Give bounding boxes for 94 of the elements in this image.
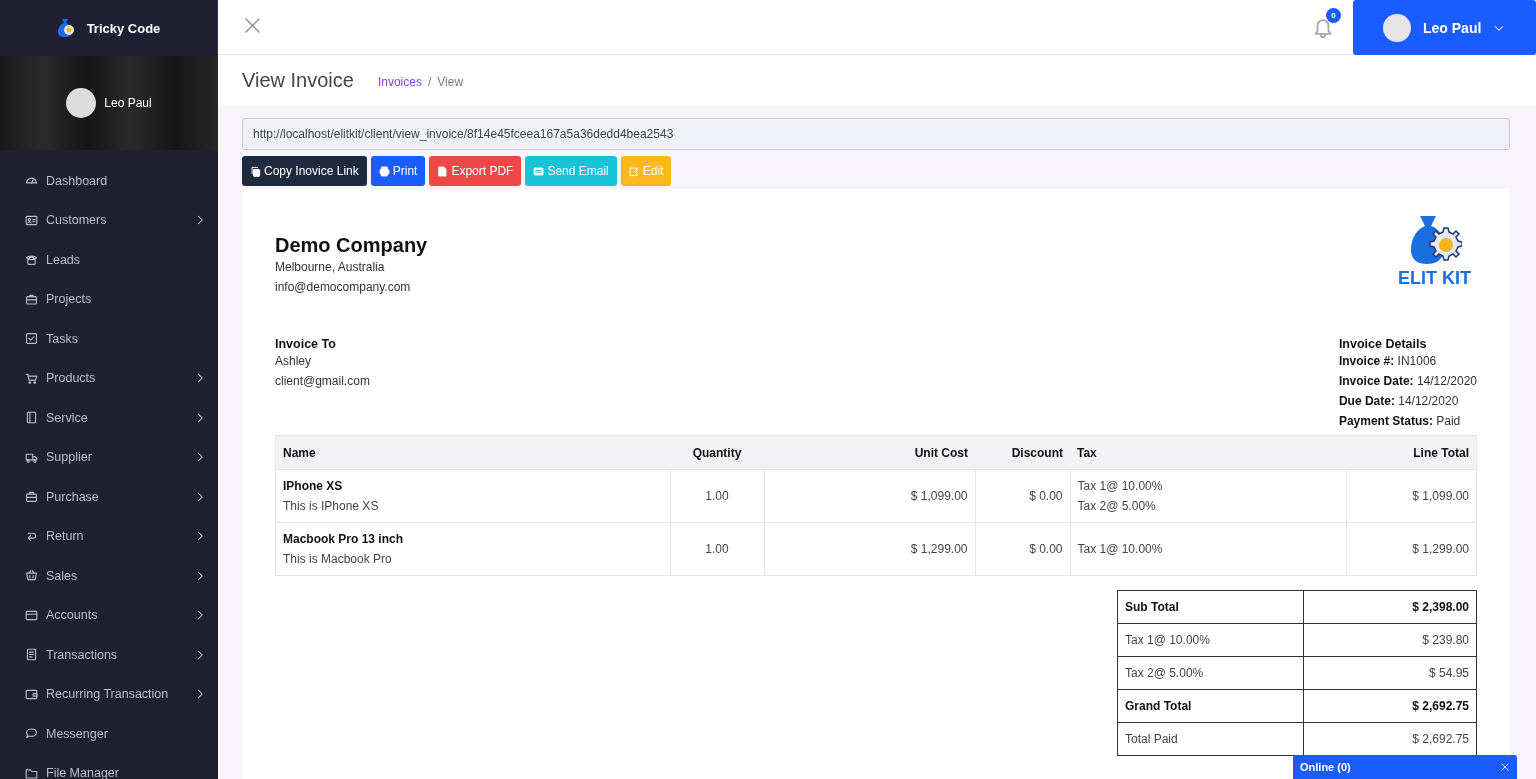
sidebar-menu-item[interactable]: Sales <box>0 556 218 596</box>
tax-line: Tax 1@ 10.00% <box>1077 541 1164 558</box>
column-header: Line Total <box>1346 435 1477 470</box>
book-icon <box>25 411 38 425</box>
total-label: Sub Total <box>1117 590 1304 624</box>
client-name: Ashley <box>275 353 313 370</box>
total-value: $ 2,398.00 <box>1303 590 1477 624</box>
sidebar-menu-item[interactable]: Service <box>0 398 218 438</box>
avatar-icon <box>1383 13 1411 42</box>
cart-icon <box>25 371 38 385</box>
total-label: Total Paid <box>1117 722 1304 756</box>
folder-icon <box>25 766 38 779</box>
item-description: This is Macbook Pro <box>283 551 393 568</box>
table-cell: 1.00 <box>670 469 764 523</box>
invoice-detail: Due Date: 14/12/2020 <box>1338 393 1460 410</box>
print-button[interactable]: Print <box>370 156 426 186</box>
company-address: Melbourne, Australia <box>275 259 386 276</box>
bell-icon <box>1312 16 1334 38</box>
id-card-icon <box>25 213 38 227</box>
tax-line: Tax 2@ 5.00% <box>1077 498 1157 515</box>
close-icon <box>244 16 261 34</box>
breadcrumb-current: View <box>437 75 464 89</box>
notification-badge: 0 <box>1326 8 1341 23</box>
invoice-detail: Payment Status: Paid <box>1338 413 1462 430</box>
chat-bar[interactable]: Online (0) <box>1293 755 1517 779</box>
credit-card-icon <box>25 608 38 622</box>
sidebar-menu-item[interactable]: Products <box>0 358 218 398</box>
table-cell: $ 0.00 <box>975 469 1070 523</box>
invoice-detail: Invoice #: IN1006 <box>1338 353 1438 370</box>
table-cell: $ 0.00 <box>975 522 1070 576</box>
table-cell: 1.00 <box>670 522 764 576</box>
bag-icon <box>25 490 38 504</box>
total-label: Grand Total <box>1117 689 1304 723</box>
sidebar-menu-item[interactable]: Customers <box>0 200 218 240</box>
invoice-detail: Invoice Date: 14/12/2020 <box>1338 373 1477 390</box>
breadcrumb-separator: / <box>427 75 432 89</box>
sidebar-menu-item[interactable]: Purchase <box>0 477 218 517</box>
section-heading: Invoice Details <box>1338 337 1428 351</box>
wallet-icon <box>25 687 38 701</box>
sidebar-menu-item[interactable]: File Manager <box>0 753 218 779</box>
table-cell: $ 1,299.00 <box>1346 522 1477 576</box>
column-header: Discount <box>975 435 1070 470</box>
item-name: Macbook Pro 13 inch <box>283 531 405 548</box>
breadcrumb-link[interactable]: Invoices <box>377 75 422 89</box>
copy-button[interactable]: Copy Inovice Link <box>242 156 367 186</box>
table-cell: $ 1,299.00 <box>764 522 975 576</box>
briefcase-icon <box>25 292 38 306</box>
sidebar-menu-item[interactable]: Messenger <box>0 714 218 754</box>
checkbox-icon <box>25 332 38 346</box>
company-name: Demo Company <box>275 234 428 257</box>
section-heading: Invoice To <box>275 337 337 351</box>
page-title: View Invoice <box>242 68 354 92</box>
speech-bubble-icon <box>25 727 38 741</box>
table-cell: $ 1,099.00 <box>1346 469 1477 523</box>
basket-icon <box>25 569 38 583</box>
total-label: Tax 1@ 10.00% <box>1117 623 1304 657</box>
user-menu[interactable]: Leo Paul <box>1353 0 1536 55</box>
sidebar-menu-item[interactable]: Leads <box>0 240 218 280</box>
sidebar-menu-item[interactable]: Projects <box>0 279 218 319</box>
sidebar-menu-item[interactable]: Recurring Transaction <box>0 674 218 714</box>
column-header: Unit Cost <box>764 435 975 470</box>
item-name: IPhone XS <box>283 478 344 495</box>
sidebar-menu-item[interactable]: Dashboard <box>0 161 218 201</box>
pdf-button[interactable]: Export PDF <box>429 156 522 186</box>
logo-text: ELIT KIT <box>1398 268 1471 289</box>
avatar-icon <box>66 88 97 118</box>
company-email: info@democompany.com <box>275 279 412 296</box>
invoice-link-field[interactable]: http://localhost/elitkit/client/view_invoice/8f14e45fceea167a5a36dedd4bea2543 <box>242 118 1510 150</box>
total-value: $ 54.95 <box>1303 656 1477 690</box>
sidebar-menu-item[interactable]: Tasks <box>0 319 218 359</box>
file-icon <box>437 165 449 177</box>
total-value: $ 2,692.75 <box>1303 689 1477 723</box>
envelope-icon <box>533 165 545 177</box>
copy-icon <box>250 165 261 177</box>
logo-icon <box>56 17 77 39</box>
total-label: Tax 2@ 5.00% <box>1117 656 1304 690</box>
sidebar-menu-item[interactable]: Transactions <box>0 635 218 675</box>
pencil-square-icon <box>628 165 640 177</box>
document-icon <box>25 648 38 662</box>
profile-name: Leo Paul <box>104 96 152 110</box>
total-value: $ 239.80 <box>1303 623 1477 657</box>
sidebar-menu-item[interactable]: Return <box>0 516 218 556</box>
client-email: client@gmail.com <box>275 373 370 390</box>
column-header: Quantity <box>670 435 764 470</box>
brand-name: Tricky Code <box>86 20 161 36</box>
sidebar-menu-item[interactable]: Accounts <box>0 595 218 635</box>
item-description: This is IPhone XS <box>283 498 380 515</box>
tax-line: Tax 1@ 10.00% <box>1077 478 1164 495</box>
table-cell: $ 1,099.00 <box>764 469 975 523</box>
column-header: Name <box>275 435 670 470</box>
sidebar-menu-item[interactable]: Supplier <box>0 437 218 477</box>
close-icon <box>1500 762 1510 772</box>
column-header: Tax <box>1070 435 1346 470</box>
chat-title: Online (0) <box>1300 761 1351 773</box>
